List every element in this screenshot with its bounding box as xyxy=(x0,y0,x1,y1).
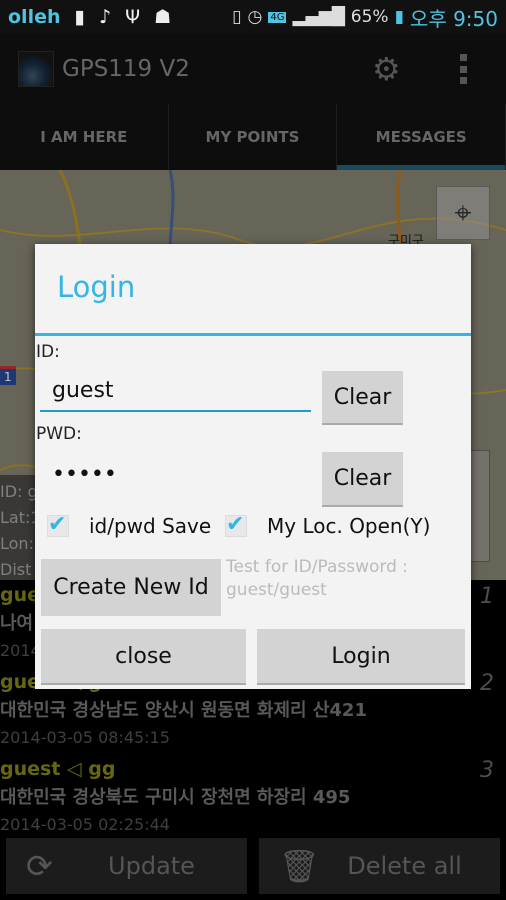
carrier-label: olleh xyxy=(8,6,61,28)
delete-all-button[interactable]: 🗑 Delete all xyxy=(259,838,500,894)
alarm-icon: ◷ xyxy=(247,7,263,27)
app-logo[interactable] xyxy=(18,51,54,87)
login-dialog: Login ID: guest Clear PWD: ••••• Clear ✔… xyxy=(35,244,471,616)
action-bar: GPS119 V2 ⚙ xyxy=(0,34,506,104)
battery-charging-icon: ▮ xyxy=(394,7,404,27)
battery-percent: 65% xyxy=(350,7,389,27)
my-loc-open-checkbox[interactable]: ✔ My Loc. Open(Y) xyxy=(225,514,430,538)
my-loc-label: My Loc. Open(Y) xyxy=(267,514,431,538)
test-hint: Test for ID/Password : guest/guest xyxy=(226,557,409,600)
android-debug-icon: ☗ xyxy=(154,6,172,28)
app-title: GPS119 V2 xyxy=(62,56,190,82)
usb-icon: Ψ xyxy=(125,6,141,28)
vibrate-icon: ▯ xyxy=(232,7,242,27)
pwd-label: PWD: xyxy=(36,424,82,444)
dialog-title: Login xyxy=(35,244,471,336)
status-bar: olleh ▮ ♪ Ψ ☗ ▯ ◷ 4G ▂▄▆█ 65% ▮ 오후 9:50 xyxy=(0,0,506,34)
overflow-menu-icon[interactable] xyxy=(460,54,468,84)
checkbox-checked-icon: ✔ xyxy=(225,514,247,537)
password-input[interactable]: ••••• xyxy=(40,454,311,496)
save-label: id/pwd Save xyxy=(89,514,212,538)
save-checkbox[interactable]: ✔ id/pwd Save xyxy=(47,514,211,538)
login-button[interactable]: Login xyxy=(257,629,465,685)
clock: 오후 9:50 xyxy=(409,6,498,31)
checkbox-checked-icon: ✔ xyxy=(47,514,69,537)
network-type: 4G xyxy=(268,11,287,23)
tab-bar: I AM HERE MY POINTS MESSAGES xyxy=(0,104,506,170)
close-button[interactable]: close xyxy=(41,629,246,685)
usb-battery-icon: ▮ xyxy=(74,6,85,28)
id-label: ID: xyxy=(36,342,60,362)
trash-icon: 🗑 xyxy=(279,847,320,885)
tab-messages[interactable]: MESSAGES xyxy=(337,104,506,170)
music-icon: ♪ xyxy=(98,6,112,28)
delete-all-label: Delete all xyxy=(347,852,462,880)
create-new-id-button[interactable]: Create New Id xyxy=(41,559,221,616)
tab-i-am-here[interactable]: I AM HERE xyxy=(0,104,169,170)
id-input[interactable]: guest xyxy=(40,370,311,412)
gear-icon[interactable]: ⚙ xyxy=(372,50,401,88)
signal-icon: ▂▄▆█ xyxy=(292,7,345,27)
bottom-bar: ⟳ Update 🗑 Delete all xyxy=(0,838,506,900)
clear-id-button[interactable]: Clear xyxy=(322,371,403,425)
update-button[interactable]: ⟳ Update xyxy=(6,838,247,894)
tab-my-points[interactable]: MY POINTS xyxy=(169,104,338,170)
refresh-icon: ⟳ xyxy=(26,847,53,885)
clear-pwd-button[interactable]: Clear xyxy=(322,452,403,507)
update-label: Update xyxy=(108,852,195,880)
